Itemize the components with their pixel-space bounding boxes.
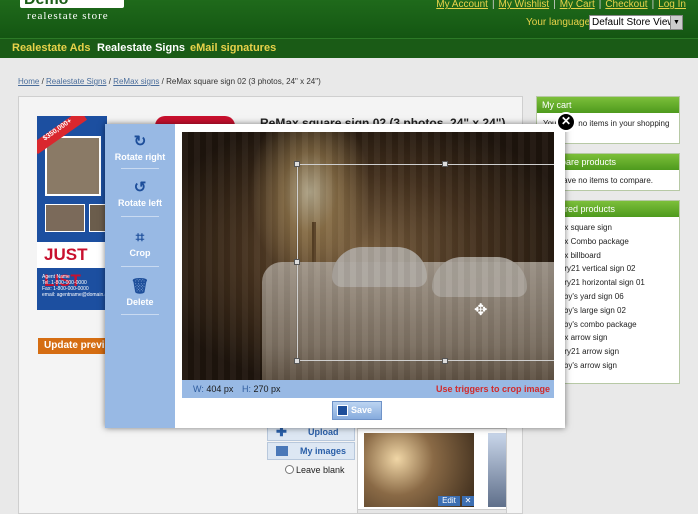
delete-button[interactable]: 🗑 Delete — [105, 278, 175, 308]
editable-photo[interactable]: ✥ — [182, 132, 554, 380]
toolbar-divider — [121, 314, 159, 315]
height-label: H: — [242, 384, 251, 394]
logo-subtitle: realestate store — [27, 10, 109, 22]
image-editor-modal: ↻ Rotate right ↺ Rotate left ⌗ Crop 🗑 De… — [105, 112, 576, 428]
crop-handle-bottom-left[interactable] — [294, 358, 300, 364]
crop-info-bar: W: 404 px H: 270 px Use triggers to crop… — [182, 380, 554, 398]
site-header: Demo realestate store My Account|My Wish… — [0, 0, 698, 38]
rotate-left-button[interactable]: ↺ Rotate left — [105, 179, 175, 209]
crop-selection[interactable] — [294, 161, 554, 364]
width-readout: W: 404 px — [193, 384, 233, 394]
move-cursor-icon: ✥ — [474, 302, 488, 319]
link-separator: | — [491, 0, 495, 10]
sign-main-photo — [45, 136, 101, 196]
leave-blank-label: Leave blank — [296, 465, 345, 475]
editor-toolbar: ↻ Rotate right ↺ Rotate left ⌗ Crop 🗑 De… — [105, 124, 175, 428]
crop-handle-left[interactable] — [294, 259, 300, 265]
crop-icon: ⌗ — [135, 229, 145, 246]
link-separator: | — [651, 0, 655, 10]
chevron-down-icon[interactable]: ▼ — [670, 16, 682, 29]
my-account-link[interactable]: My Account — [436, 0, 488, 10]
language-select[interactable]: Default Store View ▼ — [589, 15, 683, 30]
crop-handle-bottom[interactable] — [442, 358, 448, 364]
width-label: W: — [193, 384, 204, 394]
height-value: 270 px — [253, 384, 281, 394]
rotate-left-label: Rotate left — [117, 198, 162, 208]
main-nav: Realestate Ads Realestate Signs eMail si… — [0, 38, 698, 58]
language-label: Your language — [526, 17, 591, 28]
close-icon: ✕ — [560, 114, 572, 128]
sign-photo-2 — [45, 204, 85, 232]
crop-hint: Use triggers to crop image — [435, 384, 550, 394]
my-images-button[interactable]: My images — [267, 442, 355, 460]
leave-blank-option[interactable]: Leave blank — [285, 465, 345, 475]
close-button[interactable]: ✕ — [556, 112, 576, 132]
checkout-link[interactable]: Checkout — [605, 0, 647, 10]
delete-icon: 🗑 — [130, 278, 150, 295]
toolbar-divider — [121, 266, 159, 267]
my-wishlist-link[interactable]: My Wishlist — [499, 0, 550, 10]
my-images-label: My images — [300, 446, 347, 456]
images-icon — [276, 446, 288, 456]
rotate-right-button[interactable]: ↻ Rotate right — [105, 133, 175, 163]
breadcrumb-separator: / — [39, 77, 47, 86]
delete-label: Delete — [126, 297, 154, 307]
toolbar-divider — [121, 168, 159, 169]
update-preview-button[interactable]: Update preview — [38, 338, 106, 354]
thumbnail-delete-button[interactable]: ✕ — [462, 496, 474, 506]
breadcrumb-current: ReMax square sign 02 (3 photos, 24" x 24… — [166, 77, 321, 86]
leave-blank-radio[interactable] — [285, 465, 294, 474]
upload-label: Upload — [308, 427, 339, 437]
log-in-link[interactable]: Log In — [658, 0, 686, 10]
sign-agent-info: Agent Name Tel: 1-800-000-0000 Fax: 1-80… — [42, 274, 107, 298]
height-readout: H: 270 px — [242, 384, 281, 394]
language-select-value: Default Store View — [592, 17, 675, 28]
toolbar-divider — [121, 216, 159, 217]
top-links: My Account | My Wishlist | My Cart | Checkout |… — [436, 0, 686, 10]
link-separator: | — [598, 0, 602, 10]
rotate-right-label: Rotate right — [114, 152, 166, 162]
crop-button[interactable]: ⌗ Crop — [105, 229, 175, 259]
rotate-left-icon: ↺ — [133, 179, 147, 196]
nav-realestate-signs[interactable]: Realestate Signs — [97, 42, 185, 54]
breadcrumb: Home / Realestate Signs / ReMax signs / … — [18, 77, 321, 86]
breadcrumb-realestate-signs[interactable]: Realestate Signs — [46, 77, 106, 86]
rotate-right-icon: ↻ — [133, 133, 147, 150]
thumbnail-scrollbar[interactable] — [358, 509, 506, 513]
save-button[interactable]: Save — [332, 401, 382, 420]
breadcrumb-remax-signs[interactable]: ReMax signs — [113, 77, 159, 86]
my-cart-link[interactable]: My Cart — [560, 0, 595, 10]
image-thumbnail[interactable] — [488, 433, 506, 507]
width-value: 404 px — [206, 384, 234, 394]
breadcrumb-home[interactable]: Home — [18, 77, 39, 86]
crop-label: Crop — [129, 248, 151, 258]
logo[interactable]: Demo — [20, 0, 124, 8]
nav-email-signatures[interactable]: eMail signatures — [190, 42, 276, 54]
sign-preview-image: $350,000+ JUST LIST Agent Name Tel: 1-80… — [37, 116, 107, 310]
sign-headline: JUST LIST — [37, 242, 107, 290]
nav-realestate-ads[interactable]: Realestate Ads — [12, 42, 90, 54]
crop-handle-top[interactable] — [442, 161, 448, 167]
save-label: Save — [351, 405, 373, 415]
crop-handle-top-left[interactable] — [294, 161, 300, 167]
save-icon — [337, 405, 348, 416]
image-thumbnail-strip: Edit ✕ — [357, 428, 507, 514]
my-cart-title: My cart — [537, 97, 679, 113]
thumbnail-edit-button[interactable]: Edit — [438, 496, 460, 506]
link-separator: | — [553, 0, 556, 10]
